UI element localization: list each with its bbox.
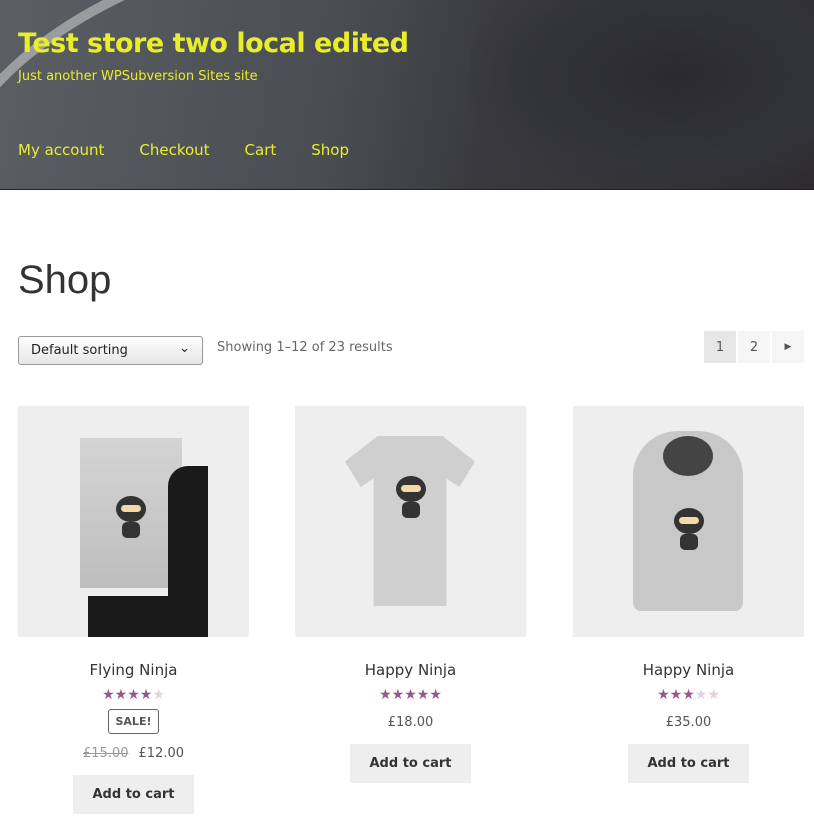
page-1: 1 (704, 331, 736, 363)
sort-select[interactable]: Default sorting ⌄ (18, 336, 203, 365)
product-image[interactable] (295, 406, 526, 637)
chevron-down-icon: ⌄ (179, 341, 190, 356)
star-empty-icon: ★ (152, 687, 165, 703)
star-rating: ★★★★★ (295, 687, 526, 703)
nav-shop[interactable]: Shop (311, 141, 349, 159)
star-filled-icon: ★ (429, 687, 442, 703)
product-name[interactable]: Happy Ninja (295, 661, 526, 679)
nav-my-account[interactable]: My account (18, 141, 104, 159)
star-empty-icon: ★ (707, 687, 720, 703)
add-to-cart-button[interactable]: Add to cart (72, 775, 195, 814)
product-card: Happy Ninja ★★★★★ £35.00 Add to cart (573, 406, 804, 783)
site-title[interactable]: Test store two local edited (18, 28, 409, 59)
product-name[interactable]: Flying Ninja (18, 661, 249, 679)
star-filled-icon: ★ (657, 687, 670, 703)
star-filled-icon: ★ (669, 687, 683, 703)
nav-cart[interactable]: Cart (245, 141, 277, 159)
star-filled-icon: ★ (416, 687, 430, 703)
product-price: £18.00 (387, 715, 434, 730)
ninja-icon (672, 508, 706, 550)
ninja-icon (114, 496, 148, 538)
next-page-icon[interactable]: ▶ (772, 331, 804, 363)
star-filled-icon: ★ (404, 687, 417, 703)
star-filled-icon: ★ (139, 687, 153, 703)
sale-badge: SALE! (107, 709, 160, 734)
page-title: Shop (18, 258, 112, 302)
add-to-cart-button[interactable]: Add to cart (349, 744, 472, 783)
star-rating: ★★★★★ (18, 687, 249, 703)
page-2[interactable]: 2 (738, 331, 770, 363)
pagination: 1 2 ▶ (704, 331, 804, 363)
product-price: £15.00 £12.00 (18, 746, 249, 761)
nav-checkout[interactable]: Checkout (139, 141, 209, 159)
site-header: Test store two local edited Just another… (0, 0, 814, 190)
star-filled-icon: ★ (114, 687, 128, 703)
primary-nav: My account Checkout Cart Shop (18, 141, 349, 159)
product-image[interactable] (573, 406, 804, 637)
sale-price: £12.00 (138, 746, 185, 761)
header-image-skater (470, 0, 814, 189)
site-tagline: Just another WPSubversion Sites site (18, 69, 258, 84)
torso-shape (88, 596, 198, 637)
star-filled-icon: ★ (127, 687, 140, 703)
star-rating: ★★★★★ (573, 687, 804, 703)
product-card: Flying Ninja ★★★★★ SALE! £15.00 £12.00 Ad… (18, 406, 249, 814)
star-filled-icon: ★ (682, 687, 695, 703)
star-filled-icon: ★ (379, 687, 392, 703)
result-count: Showing 1–12 of 23 results (217, 340, 393, 355)
old-price: £15.00 (83, 746, 129, 761)
star-empty-icon: ★ (694, 687, 708, 703)
product-price: £35.00 (665, 715, 712, 730)
tshirt-image (345, 436, 475, 606)
add-to-cart-button[interactable]: Add to cart (627, 744, 750, 783)
star-filled-icon: ★ (391, 687, 405, 703)
ninja-icon (394, 476, 428, 518)
product-image[interactable] (18, 406, 249, 637)
star-filled-icon: ★ (102, 687, 115, 703)
product-name[interactable]: Happy Ninja (573, 661, 804, 679)
product-card: Happy Ninja ★★★★★ £18.00 Add to cart (295, 406, 526, 783)
sort-value: Default sorting (31, 343, 128, 358)
